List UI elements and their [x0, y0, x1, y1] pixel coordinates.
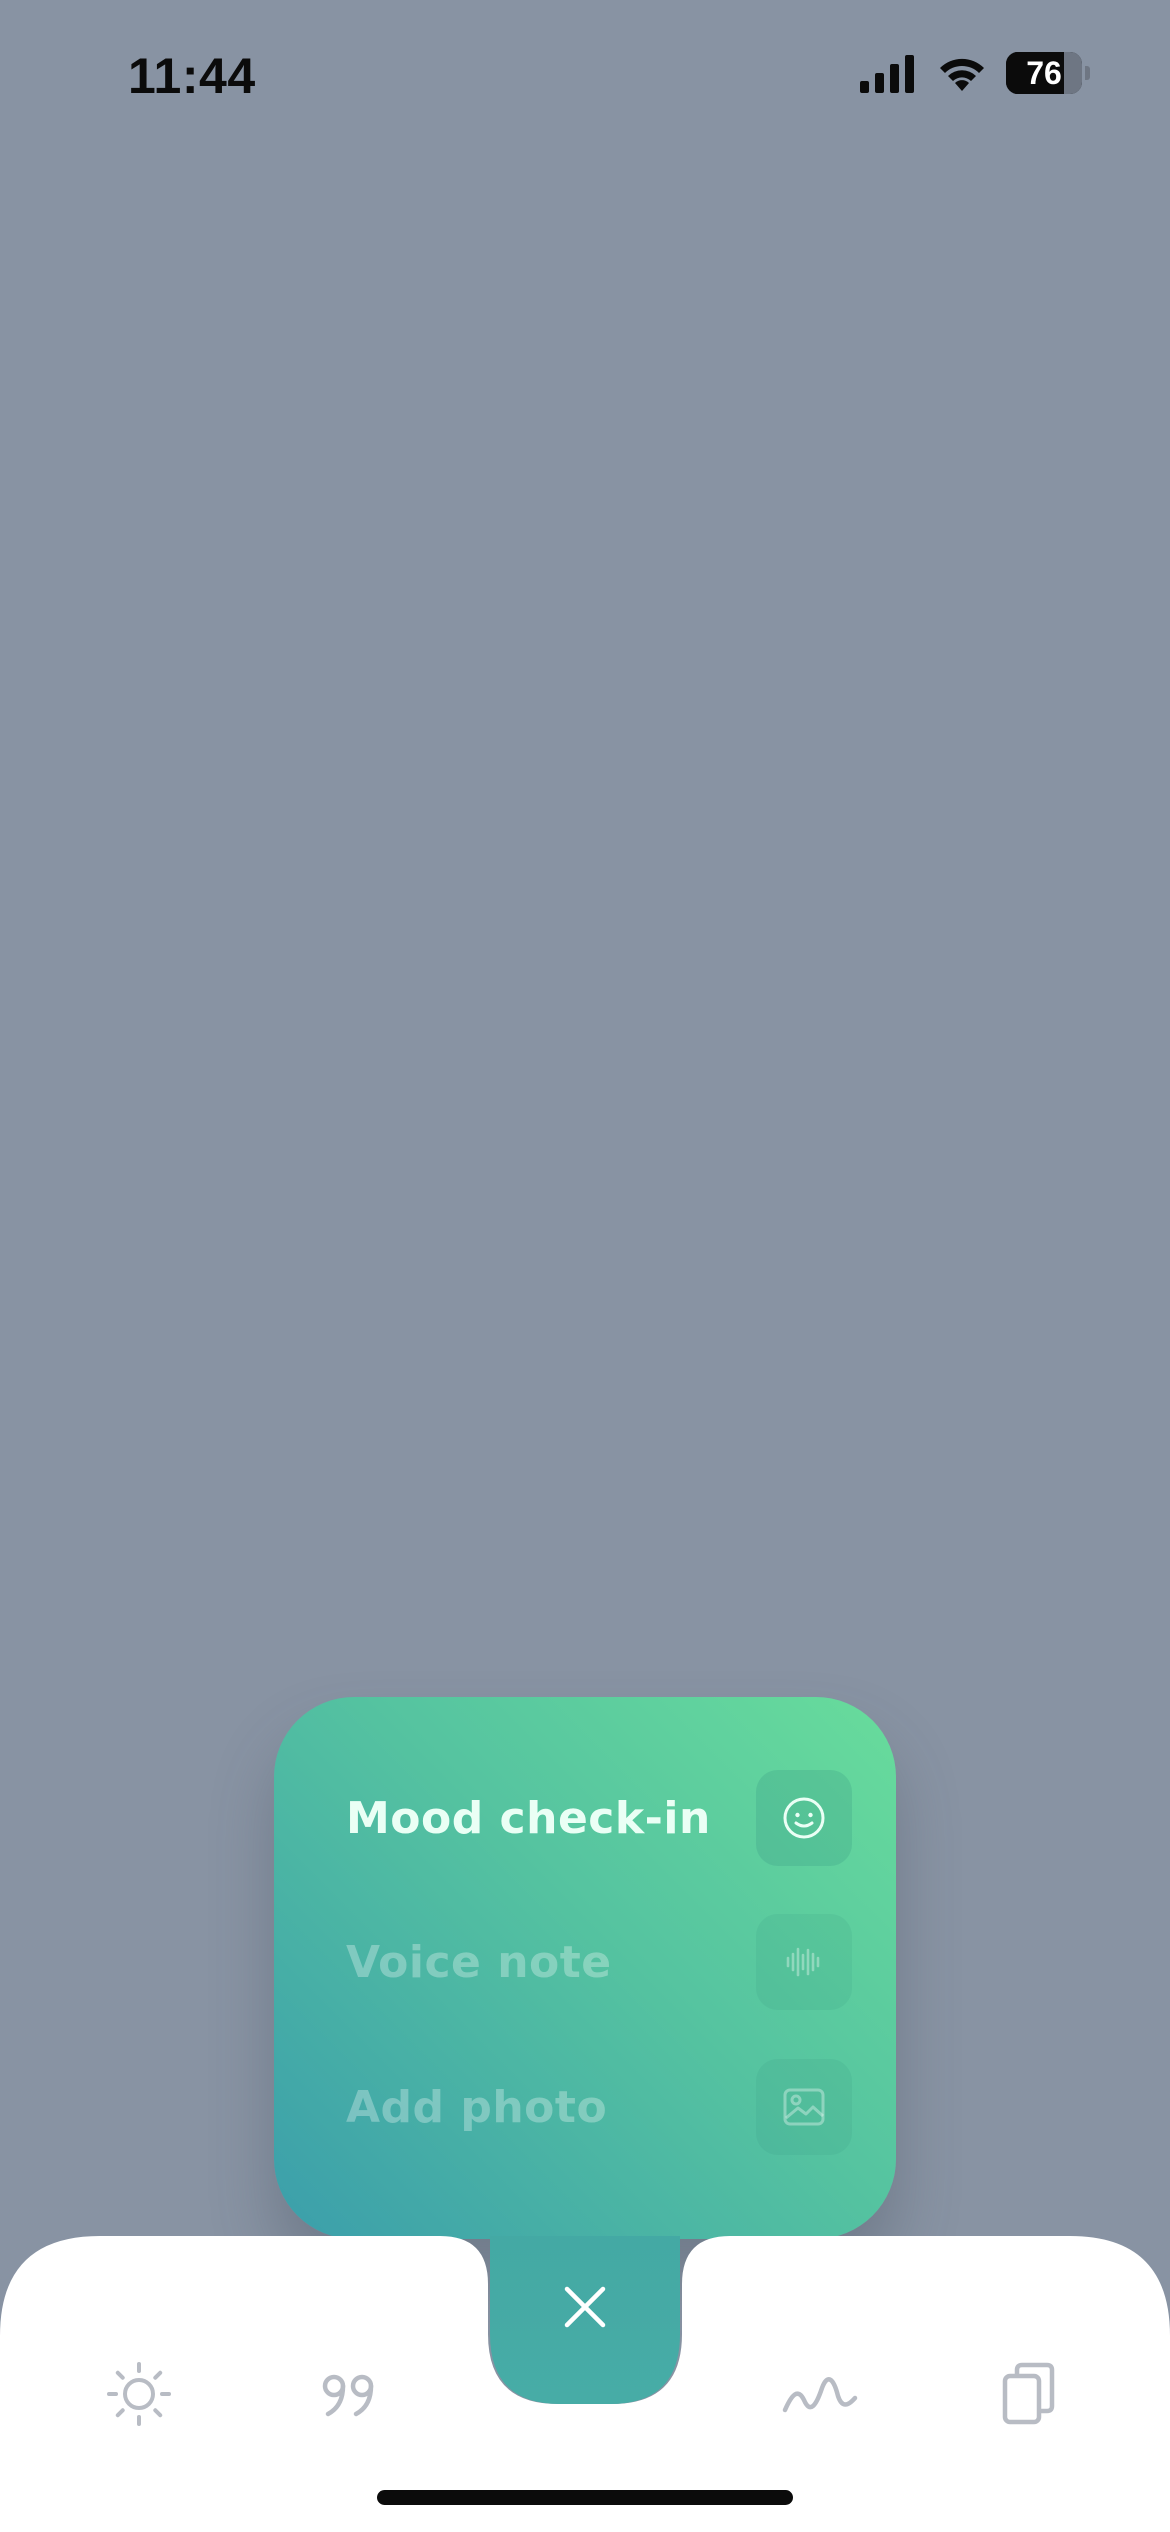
battery-icon: 76 — [1006, 52, 1082, 94]
squiggle-chart-icon — [782, 2377, 858, 2413]
mood-check-in-label: Mood check-in — [346, 1792, 711, 1844]
smiley-icon — [756, 1770, 852, 1866]
home-indicator — [377, 2490, 793, 2505]
tab-trends[interactable] — [760, 2334, 880, 2454]
tab-entries[interactable] — [971, 2334, 1091, 2454]
battery-percent: 76 — [1026, 55, 1062, 91]
add-photo-option[interactable]: Add photo — [346, 2058, 852, 2156]
tab-quotes[interactable] — [290, 2334, 410, 2454]
close-menu-button[interactable] — [490, 2236, 680, 2404]
quick-add-menu: Mood check-in Voice note Add photo — [274, 1697, 896, 2239]
wifi-icon — [940, 58, 984, 91]
close-icon — [564, 2286, 606, 2328]
tab-bar — [0, 2236, 1170, 2532]
quote-icon — [322, 2374, 374, 2417]
sun-icon — [107, 2362, 171, 2426]
add-photo-label: Add photo — [346, 2081, 608, 2133]
image-icon — [756, 2059, 852, 2155]
status-time: 11:44 — [128, 48, 256, 104]
battery-indicator: 76 — [1006, 52, 1090, 94]
status-icons: 76 — [858, 52, 1090, 94]
voice-note-option[interactable]: Voice note — [346, 1913, 852, 2011]
tab-today[interactable] — [79, 2334, 199, 2454]
mood-check-in-option[interactable]: Mood check-in — [346, 1769, 852, 1867]
copy-cards-icon — [1002, 2362, 1055, 2425]
signal-icon — [860, 55, 914, 93]
voice-note-label: Voice note — [346, 1936, 612, 1988]
status-bar: 11:44 76 — [0, 0, 1170, 150]
waveform-icon — [756, 1914, 852, 2010]
